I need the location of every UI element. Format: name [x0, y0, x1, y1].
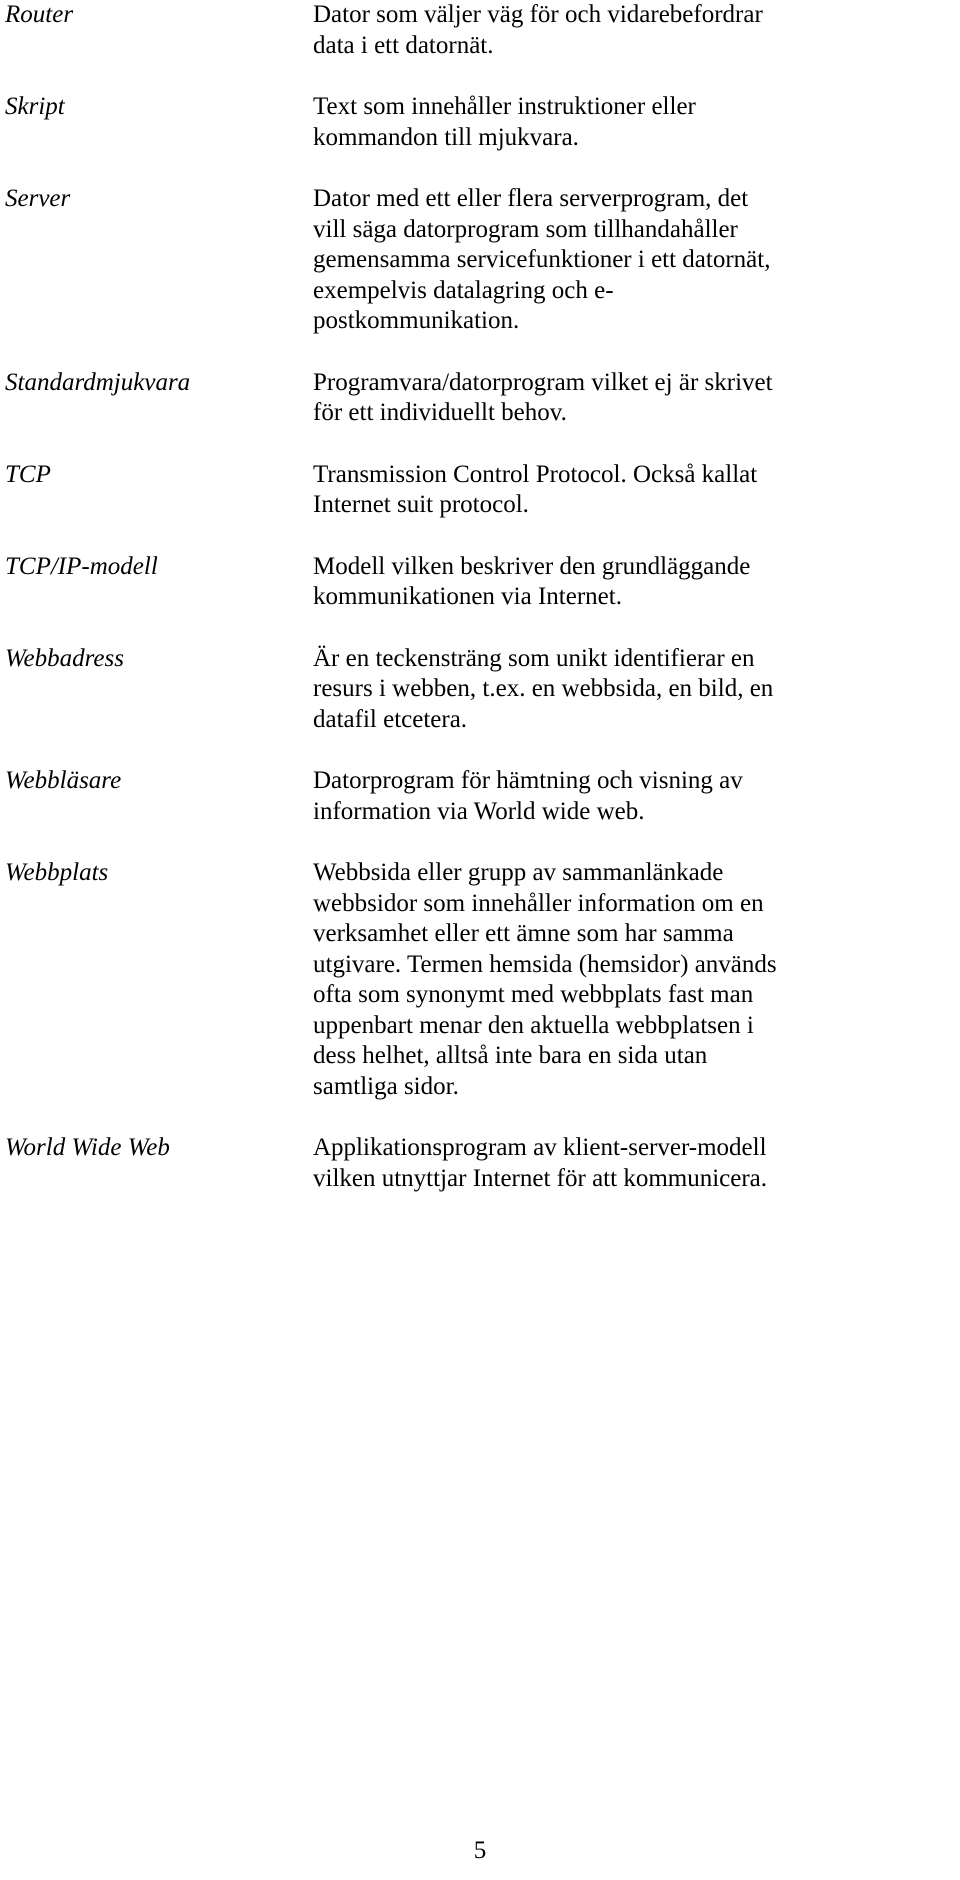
glossary-term: World Wide Web — [5, 1134, 170, 1161]
glossary-definition: Applikationsprogram av klient-server-mod… — [313, 1133, 953, 1194]
definition-line: vill säga datorprogram som tillhandahåll… — [313, 215, 738, 243]
definition-line: dess helhet, alltså inte bara en sida ut… — [313, 1042, 708, 1069]
document-page: Router Dator som väljer väg för och vidar… — [0, 0, 960, 1880]
glossary-term: TCP — [5, 460, 51, 488]
glossary-term: TCP/IP-modell — [5, 552, 158, 580]
definition-line: Dator som väljer väg för och vidarebefor… — [313, 1, 763, 28]
glossary-term: Webbplats — [5, 859, 109, 886]
definition-line: ofta som synonymt med webbplats fast man — [313, 981, 754, 1008]
glossary-term: Webbläsare — [5, 767, 122, 794]
definition-line: resurs i webben, t.ex. en webbsida, en b… — [313, 675, 774, 702]
glossary-entry: World Wide Web Applikationsprogram av kli… — [0, 1133, 960, 1194]
glossary-entry: Standardmjukvara Programvara/datorprogram… — [0, 368, 960, 429]
definition-line: Text som innehåller instruktioner eller — [313, 93, 696, 120]
glossary-term: Skript — [5, 93, 65, 120]
definition-line: exempelvis datalagring och e- — [313, 276, 614, 304]
glossary-term: Router — [5, 1, 74, 28]
glossary-definition: Dator med ett eller flera serverprogram,… — [313, 184, 953, 337]
definition-line: datafil etcetera. — [313, 705, 468, 733]
definition-line: verksamhet eller ett ämne som har samma — [313, 920, 734, 947]
definition-line: webbsidor som innehåller information om … — [313, 889, 764, 917]
definition-line: Dator med ett eller flera serverprogram,… — [313, 185, 749, 212]
definition-line: Är en teckensträng som unikt identifiera… — [313, 644, 755, 672]
glossary-definition-list: Router Dator som väljer väg för och vidar… — [0, 0, 960, 1194]
definition-line: Internet suit protocol. — [313, 491, 529, 518]
definition-line: uppenbart menar den aktuella webbplatsen… — [313, 1011, 754, 1039]
definition-line: data i ett datornät. — [313, 31, 494, 59]
glossary-term: Webbadress — [5, 644, 124, 672]
glossary-definition: Dator som väljer väg för och vidarebefor… — [313, 0, 953, 61]
glossary-entry: Router Dator som väljer väg för och vidar… — [0, 0, 960, 61]
definition-line: kommunikationen via Internet. — [313, 583, 622, 610]
glossary-entry: TCP/IP-modell Modell vilken beskriver den… — [0, 552, 960, 613]
definition-line: Modell vilken beskriver den grundläggand… — [313, 552, 751, 580]
definition-line: gemensamma servicefunktioner i ett dator… — [313, 246, 771, 273]
definition-line: postkommunikation. — [313, 307, 520, 334]
definition-line: information via World wide web. — [313, 797, 645, 825]
glossary-entry: Webbplats Webbsida eller grupp av sammanl… — [0, 858, 960, 1102]
definition-line: Transmission Control Protocol. Också kal… — [313, 460, 758, 488]
glossary-definition: Programvara/datorprogram vilket ej är sk… — [313, 368, 953, 429]
glossary-entry: TCP Transmission Control Protocol. Också … — [0, 460, 960, 521]
definition-line: Datorprogram för hämtning och visning av — [313, 767, 743, 794]
glossary-term: Server — [5, 185, 71, 212]
page-number: 5 — [473, 1837, 487, 1864]
glossary-entry: Webbläsare Datorprogram för hämtning och … — [0, 766, 960, 827]
definition-line: kommandon till mjukvara. — [313, 123, 579, 151]
definition-line: vilken utnyttjar Internet för att kommun… — [313, 1164, 768, 1192]
glossary-definition: Webbsida eller grupp av sammanlänkade web… — [313, 858, 953, 1102]
glossary-entry: Server Dator med ett eller flera serverpr… — [0, 184, 960, 337]
definition-line: Applikationsprogram av klient-server-mod… — [313, 1134, 767, 1161]
definition-line: för ett individuellt behov. — [313, 399, 567, 426]
definition-line: Programvara/datorprogram vilket ej är sk… — [313, 368, 773, 396]
glossary-definition: Är en teckensträng som unikt identifiera… — [313, 644, 953, 736]
definition-line: Webbsida eller grupp av sammanlänkade — [313, 859, 724, 886]
definition-line: utgivare. Termen hemsida (hemsidor) anvä… — [313, 950, 777, 978]
definition-line: samtliga sidor. — [313, 1072, 459, 1100]
glossary-term: Standardmjukvara — [5, 368, 191, 396]
glossary-definition: Datorprogram för hämtning och visning av… — [313, 766, 953, 827]
glossary-definition: Transmission Control Protocol. Också kal… — [313, 460, 953, 521]
glossary-entry: Skript Text som innehåller instruktioner … — [0, 92, 960, 153]
glossary-entry: Webbadress Är en teckensträng som unikt i… — [0, 644, 960, 736]
glossary-definition: Modell vilken beskriver den grundläggand… — [313, 552, 953, 613]
glossary-definition: Text som innehåller instruktioner eller k… — [313, 92, 953, 153]
